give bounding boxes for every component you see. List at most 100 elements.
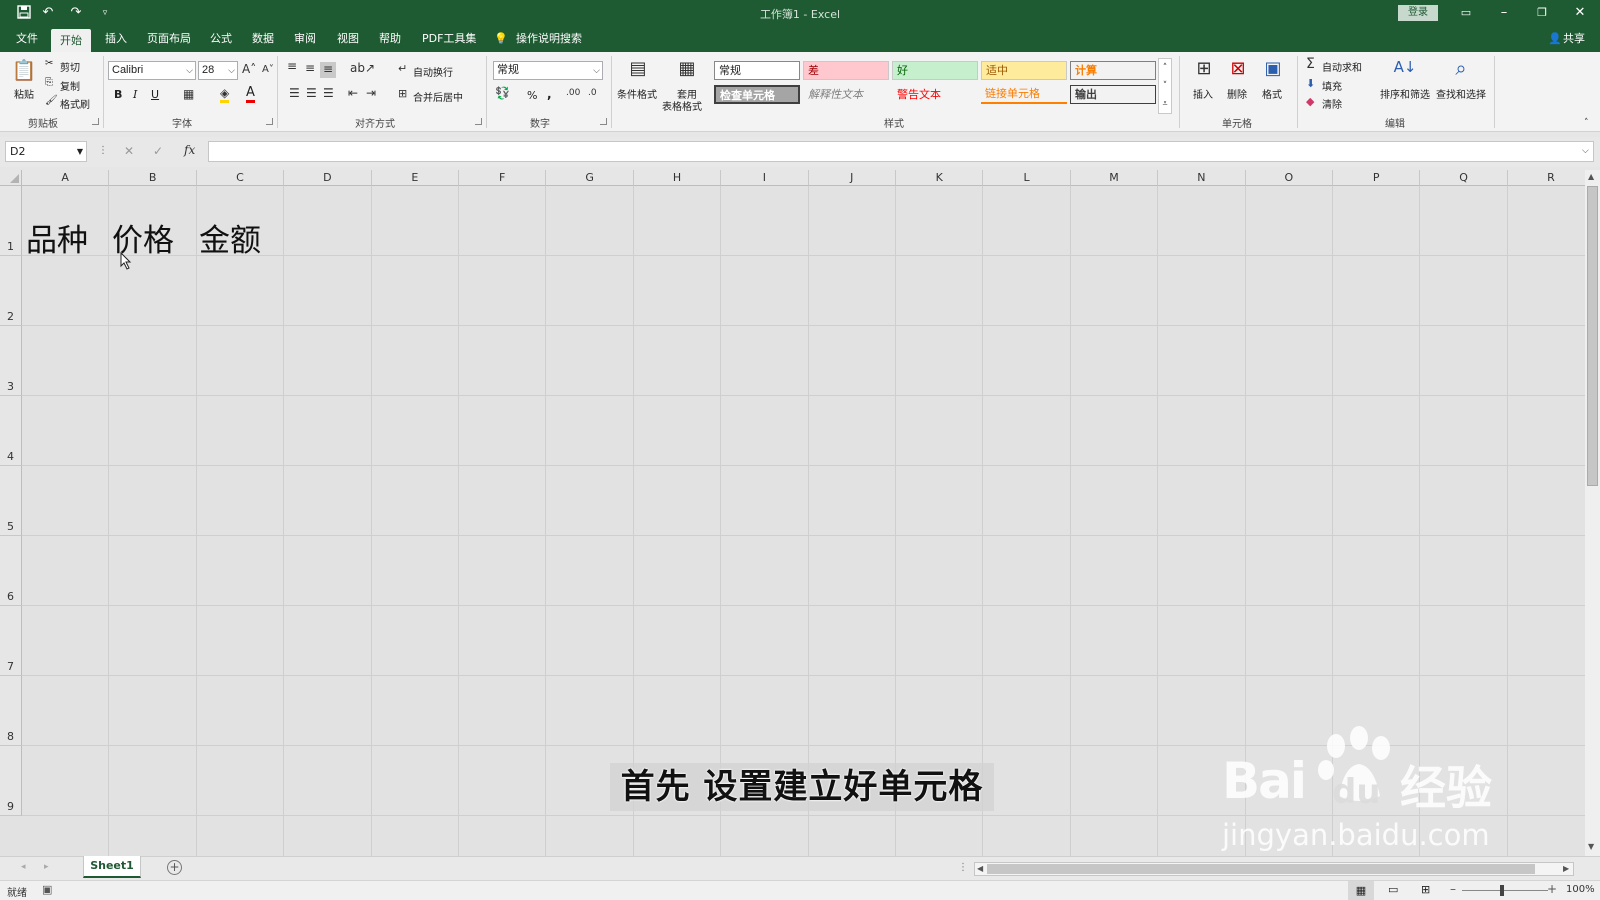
font-launcher-icon[interactable] — [266, 118, 273, 125]
sort-filter-button[interactable]: 排序和筛选 — [1380, 86, 1430, 101]
style-linked-cell[interactable]: 链接单元格 — [981, 85, 1067, 104]
style-explanatory[interactable]: 解释性文本 — [803, 85, 889, 104]
autosum-button[interactable]: 自动求和 — [1322, 59, 1362, 74]
paste-button[interactable]: 粘贴 — [14, 86, 34, 101]
column-header-h[interactable]: H — [633, 170, 722, 186]
column-header-e[interactable]: E — [371, 170, 459, 186]
format-button[interactable]: 格式 — [1262, 86, 1282, 101]
number-launcher-icon[interactable] — [600, 118, 607, 125]
macro-record-icon[interactable]: ▣ — [42, 883, 52, 896]
style-check-cell[interactable]: 检查单元格 — [714, 85, 800, 104]
ribbon-display-icon[interactable]: ▭ — [1458, 5, 1474, 21]
tab-page-layout[interactable]: 页面布局 — [145, 26, 193, 52]
cell-a1[interactable]: 品种 — [26, 215, 88, 260]
currency-icon[interactable]: 💱 — [495, 86, 510, 100]
decrease-decimal-icon[interactable]: .0 — [588, 88, 597, 98]
comma-button[interactable]: , — [547, 87, 552, 101]
style-output[interactable]: 输出 — [1070, 85, 1156, 104]
enter-icon[interactable]: ✓ — [153, 144, 163, 158]
shrink-font-icon[interactable]: A˅ — [262, 64, 274, 75]
row-header-9[interactable]: 9 — [0, 746, 22, 816]
align-center-icon[interactable]: ☰ — [306, 86, 317, 100]
page-break-view-icon[interactable]: ⊞ — [1421, 883, 1430, 896]
tab-insert[interactable]: 插入 — [103, 26, 129, 52]
alignment-launcher-icon[interactable] — [475, 118, 482, 125]
insert-function-button[interactable]: fx — [184, 143, 195, 157]
page-layout-view-icon[interactable]: ▭ — [1388, 883, 1398, 896]
align-bottom-icon[interactable]: ≡ — [320, 62, 336, 78]
tab-formulas[interactable]: 公式 — [208, 26, 234, 52]
tell-me-search[interactable]: 操作说明搜索 — [514, 26, 584, 52]
tab-data[interactable]: 数据 — [250, 26, 276, 52]
conditional-format-icon[interactable]: ▤ — [625, 58, 651, 82]
scissors-icon[interactable]: ✂ — [45, 58, 53, 69]
font-size-select[interactable]: 28 ⌵ — [198, 61, 238, 80]
format-cells-icon[interactable]: ▣ — [1261, 58, 1285, 84]
fill-icon[interactable]: ⬇ — [1306, 77, 1315, 90]
normal-view-icon[interactable]: ▦ — [1348, 881, 1374, 900]
tab-view[interactable]: 视图 — [335, 26, 361, 52]
delete-button[interactable]: 删除 — [1227, 86, 1247, 101]
insert-button[interactable]: 插入 — [1193, 86, 1213, 101]
column-header-o[interactable]: O — [1245, 170, 1333, 186]
format-painter-icon[interactable]: 🖌 — [45, 95, 58, 106]
split-handle-icon[interactable]: ⋮ — [958, 862, 968, 873]
column-header-j[interactable]: J — [808, 170, 896, 186]
copy-icon[interactable]: ⎘ — [45, 77, 53, 88]
column-header-m[interactable]: M — [1070, 170, 1159, 186]
merge-center-button[interactable]: 合并后居中 — [413, 89, 463, 104]
fill-button[interactable]: 填充 — [1322, 78, 1342, 93]
font-color-icon[interactable]: A — [246, 85, 255, 103]
bold-button[interactable]: B — [114, 88, 122, 101]
customize-qat-icon[interactable]: ▿ — [97, 5, 113, 21]
grow-font-icon[interactable]: A˄ — [242, 62, 256, 76]
login-button[interactable]: 登录 — [1398, 5, 1438, 21]
borders-icon[interactable]: ▦ — [183, 87, 194, 101]
sheet-tab-sheet1[interactable]: Sheet1 — [83, 856, 141, 878]
autosum-icon[interactable]: Σ — [1306, 56, 1315, 72]
underline-button[interactable]: U — [151, 88, 159, 101]
format-as-table-icon[interactable]: ▦ — [674, 58, 700, 82]
clipboard-launcher-icon[interactable] — [92, 118, 99, 125]
tab-home[interactable]: 开始 — [51, 29, 91, 52]
undo-icon[interactable]: ↶ — [40, 5, 56, 21]
column-header-n[interactable]: N — [1158, 170, 1246, 186]
column-header-k[interactable]: K — [896, 170, 984, 186]
scroll-right-icon[interactable]: ▶ — [1563, 864, 1569, 873]
styles-scroll-icon[interactable]: ˄ ˅ ⩡ — [1158, 58, 1172, 114]
select-all-button[interactable] — [0, 170, 22, 186]
new-sheet-icon[interactable]: + — [167, 860, 182, 875]
sort-filter-icon[interactable]: A↓ — [1392, 58, 1418, 84]
italic-button[interactable]: I — [133, 88, 137, 101]
style-neutral[interactable]: 适中 — [981, 61, 1067, 80]
column-header-g[interactable]: G — [546, 170, 634, 186]
row-header-5[interactable]: 5 — [0, 466, 22, 536]
scroll-up-icon[interactable]: ▲ — [1588, 172, 1594, 181]
row-header-2[interactable]: 2 — [0, 256, 22, 326]
increase-decimal-icon[interactable]: .00 — [566, 88, 580, 98]
wrap-text-icon[interactable]: ↵ — [398, 62, 407, 75]
row-header-3[interactable]: 3 — [0, 326, 22, 396]
clear-icon[interactable]: ◆ — [1306, 95, 1314, 108]
row-header-8[interactable]: 8 — [0, 676, 22, 746]
zoom-out-icon[interactable]: – — [1450, 882, 1456, 896]
zoom-level[interactable]: 100% — [1566, 884, 1595, 895]
vertical-scrollbar[interactable]: ▲ ▼ — [1585, 170, 1600, 856]
vertical-scroll-thumb[interactable] — [1587, 186, 1598, 486]
column-header-r[interactable]: R — [1507, 170, 1585, 186]
style-calculation[interactable]: 计算 — [1070, 61, 1156, 80]
align-right-icon[interactable]: ☰ — [323, 86, 334, 100]
tab-help[interactable]: 帮助 — [377, 26, 403, 52]
merge-icon[interactable]: ⊞ — [398, 87, 407, 100]
column-header-i[interactable]: I — [721, 170, 809, 186]
close-icon[interactable]: ✕ — [1572, 5, 1588, 21]
cell-c1[interactable]: 金额 — [199, 215, 261, 260]
delete-cells-icon[interactable]: ⊠ — [1226, 58, 1250, 84]
find-select-button[interactable]: 查找和选择 — [1436, 86, 1486, 101]
decrease-indent-icon[interactable]: ⇤ — [348, 86, 358, 100]
row-header-1[interactable]: 1 — [0, 186, 22, 256]
style-normal[interactable]: 常规 — [714, 61, 800, 80]
copy-button[interactable]: 复制 — [60, 78, 80, 93]
insert-cells-icon[interactable]: ⊞ — [1192, 58, 1216, 84]
redo-icon[interactable]: ↷ — [68, 5, 84, 21]
